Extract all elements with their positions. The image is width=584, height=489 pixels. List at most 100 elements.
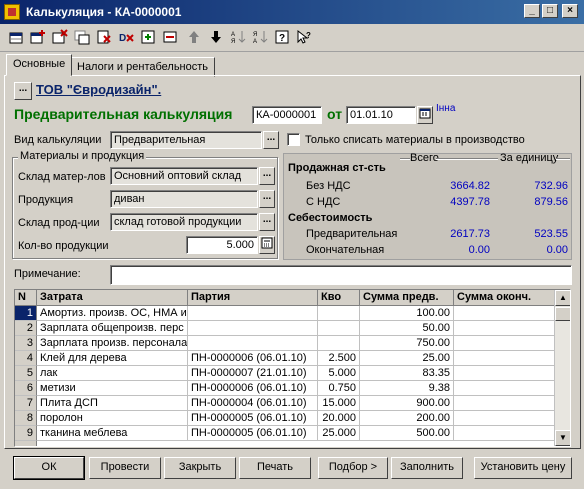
calendar-icon[interactable] <box>417 106 433 124</box>
col-qty[interactable]: Кво <box>318 290 360 306</box>
row-number[interactable]: 3 <box>15 336 37 351</box>
sum-prelim-cell[interactable]: 200.00 <box>360 411 454 426</box>
post-button[interactable]: Провести <box>89 457 161 479</box>
sum-final-cell[interactable] <box>454 426 556 441</box>
cost-item-cell[interactable]: Клей для дерева <box>37 351 188 366</box>
close-window-button[interactable]: × <box>562 4 578 18</box>
row-number[interactable]: 8 <box>15 411 37 426</box>
new-row-icon[interactable] <box>6 29 26 49</box>
move-up-icon[interactable] <box>184 29 204 49</box>
sum-final-cell[interactable] <box>454 381 556 396</box>
only-write-off-checkbox[interactable] <box>287 133 300 146</box>
table-row[interactable]: 6 метизи ПН-0000006 (06.01.10) 0.750 9.38 <box>15 381 556 396</box>
sum-prelim-cell[interactable]: 900.00 <box>360 396 454 411</box>
table-row[interactable]: 3 Зарплата произв. персонала 750.00 <box>15 336 556 351</box>
sum-prelim-cell[interactable]: 25.00 <box>360 351 454 366</box>
table-row[interactable]: 7 Плита ДСП ПН-0000004 (06.01.10) 15.000 900… <box>15 396 556 411</box>
batch-cell[interactable] <box>188 306 318 321</box>
table-row[interactable]: 5 лак ПН-0000007 (21.01.10) 5.000 83.35 <box>15 366 556 381</box>
qty-cell[interactable] <box>318 306 360 321</box>
row-number[interactable]: 9 <box>15 426 37 441</box>
batch-cell[interactable]: ПН-0000006 (06.01.10) <box>188 381 318 396</box>
calc-type-select-button[interactable]: ... <box>263 131 279 149</box>
doc-date-field[interactable]: 01.01.10 <box>346 106 416 124</box>
col-n[interactable]: N <box>15 290 37 306</box>
cost-item-cell[interactable]: Зарплата общепроизв. перс <box>37 321 188 336</box>
table-scrollbar[interactable]: ▲ ▼ <box>554 290 570 446</box>
col-batch[interactable]: Партия <box>188 290 318 306</box>
copy-row-icon[interactable] <box>72 29 92 49</box>
sum-final-cell[interactable] <box>454 321 556 336</box>
batch-cell[interactable]: ПН-0000007 (21.01.10) <box>188 366 318 381</box>
scroll-thumb[interactable] <box>555 307 570 321</box>
product-select-button[interactable]: ... <box>259 190 275 208</box>
prod-warehouse-select-button[interactable]: ... <box>259 213 275 231</box>
cost-item-cell[interactable]: Зарплата произв. персонала <box>37 336 188 351</box>
col-cost-item[interactable]: Затрата <box>37 290 188 306</box>
batch-cell[interactable]: ПН-0000005 (06.01.10) <box>188 411 318 426</box>
tab-main[interactable]: Основные <box>6 54 73 76</box>
qty-cell[interactable]: 20.000 <box>318 411 360 426</box>
mat-warehouse-select-button[interactable]: ... <box>259 167 275 185</box>
add-row-icon[interactable] <box>28 29 48 49</box>
qty-cell[interactable]: 0.750 <box>318 381 360 396</box>
prod-warehouse-field[interactable]: склад готовой продукции <box>110 213 258 231</box>
qty-cell[interactable]: 25.000 <box>318 426 360 441</box>
qty-cell[interactable]: 5.000 <box>318 366 360 381</box>
close-button[interactable]: Закрыть <box>164 457 236 479</box>
minimize-button[interactable]: _ <box>524 4 540 18</box>
table-row[interactable]: 4 Клей для дерева ПН-0000006 (06.01.10) 2.5… <box>15 351 556 366</box>
sum-final-cell[interactable] <box>454 396 556 411</box>
maximize-button[interactable]: □ <box>542 4 558 18</box>
whatsthis-icon[interactable]: ? <box>294 29 314 49</box>
cost-item-cell[interactable]: поролон <box>37 411 188 426</box>
tab-taxes[interactable]: Налоги и рентабельность <box>70 57 216 77</box>
subtotal-icon[interactable] <box>160 29 180 49</box>
costs-table[interactable]: N Затрата Партия Кво Сумма предв. Сумма … <box>14 289 571 447</box>
fill-button[interactable]: Заполнить <box>391 457 463 479</box>
print-button[interactable]: Печать <box>239 457 311 479</box>
delete-doc-icon[interactable] <box>94 29 114 49</box>
delete-row-icon[interactable] <box>50 29 70 49</box>
batch-cell[interactable]: ПН-0000006 (06.01.10) <box>188 351 318 366</box>
scroll-up-icon[interactable]: ▲ <box>555 290 570 306</box>
cost-item-cell[interactable]: метизи <box>37 381 188 396</box>
row-number[interactable]: 5 <box>15 366 37 381</box>
cost-item-cell[interactable]: лак <box>37 366 188 381</box>
sum-final-cell[interactable] <box>454 351 556 366</box>
sum-prelim-cell[interactable]: 83.35 <box>360 366 454 381</box>
qty-cell[interactable]: 2.500 <box>318 351 360 366</box>
table-row[interactable]: 2 Зарплата общепроизв. перс 50.00 <box>15 321 556 336</box>
delete-mark-icon[interactable]: D <box>116 29 136 49</box>
row-number[interactable]: 2 <box>15 321 37 336</box>
qty-cell[interactable] <box>318 321 360 336</box>
refresh-icon[interactable] <box>138 29 158 49</box>
calculator-icon[interactable] <box>259 236 275 254</box>
row-number[interactable]: 4 <box>15 351 37 366</box>
org-select-button[interactable]: ... <box>14 82 32 100</box>
sort-desc-icon[interactable]: ЯA <box>250 29 270 49</box>
mat-warehouse-field[interactable]: Основний оптовий склад <box>110 167 258 185</box>
cost-item-cell[interactable]: Плита ДСП <box>37 396 188 411</box>
qty-cell[interactable]: 15.000 <box>318 396 360 411</box>
set-price-button[interactable]: Установить цену <box>474 457 572 479</box>
col-sum-prelim[interactable]: Сумма предв. <box>360 290 454 306</box>
ok-button[interactable]: ОК <box>13 456 85 480</box>
sum-prelim-cell[interactable]: 500.00 <box>360 426 454 441</box>
product-field[interactable]: диван <box>110 190 258 208</box>
doc-number-field[interactable]: КА-0000001 <box>252 106 322 124</box>
organization-link[interactable]: ТОВ "Євродизайн". <box>36 82 161 97</box>
table-row-empty[interactable] <box>15 441 556 446</box>
table-row[interactable]: 9 тканина меблева ПН-0000005 (06.01.10) 25.… <box>15 426 556 441</box>
cost-item-cell[interactable]: Амортиз. произв. ОС, НМА и <box>37 306 188 321</box>
sum-final-cell[interactable] <box>454 366 556 381</box>
batch-cell[interactable] <box>188 336 318 351</box>
move-down-icon[interactable] <box>206 29 226 49</box>
note-field[interactable] <box>110 265 572 285</box>
table-row[interactable]: 1 Амортиз. произв. ОС, НМА и 100.00 <box>15 306 556 321</box>
table-row[interactable]: 8 поролон ПН-0000005 (06.01.10) 20.000 200.0… <box>15 411 556 426</box>
qty-cell[interactable] <box>318 336 360 351</box>
row-number[interactable]: 7 <box>15 396 37 411</box>
sum-final-cell[interactable] <box>454 336 556 351</box>
scroll-down-icon[interactable]: ▼ <box>555 430 570 446</box>
